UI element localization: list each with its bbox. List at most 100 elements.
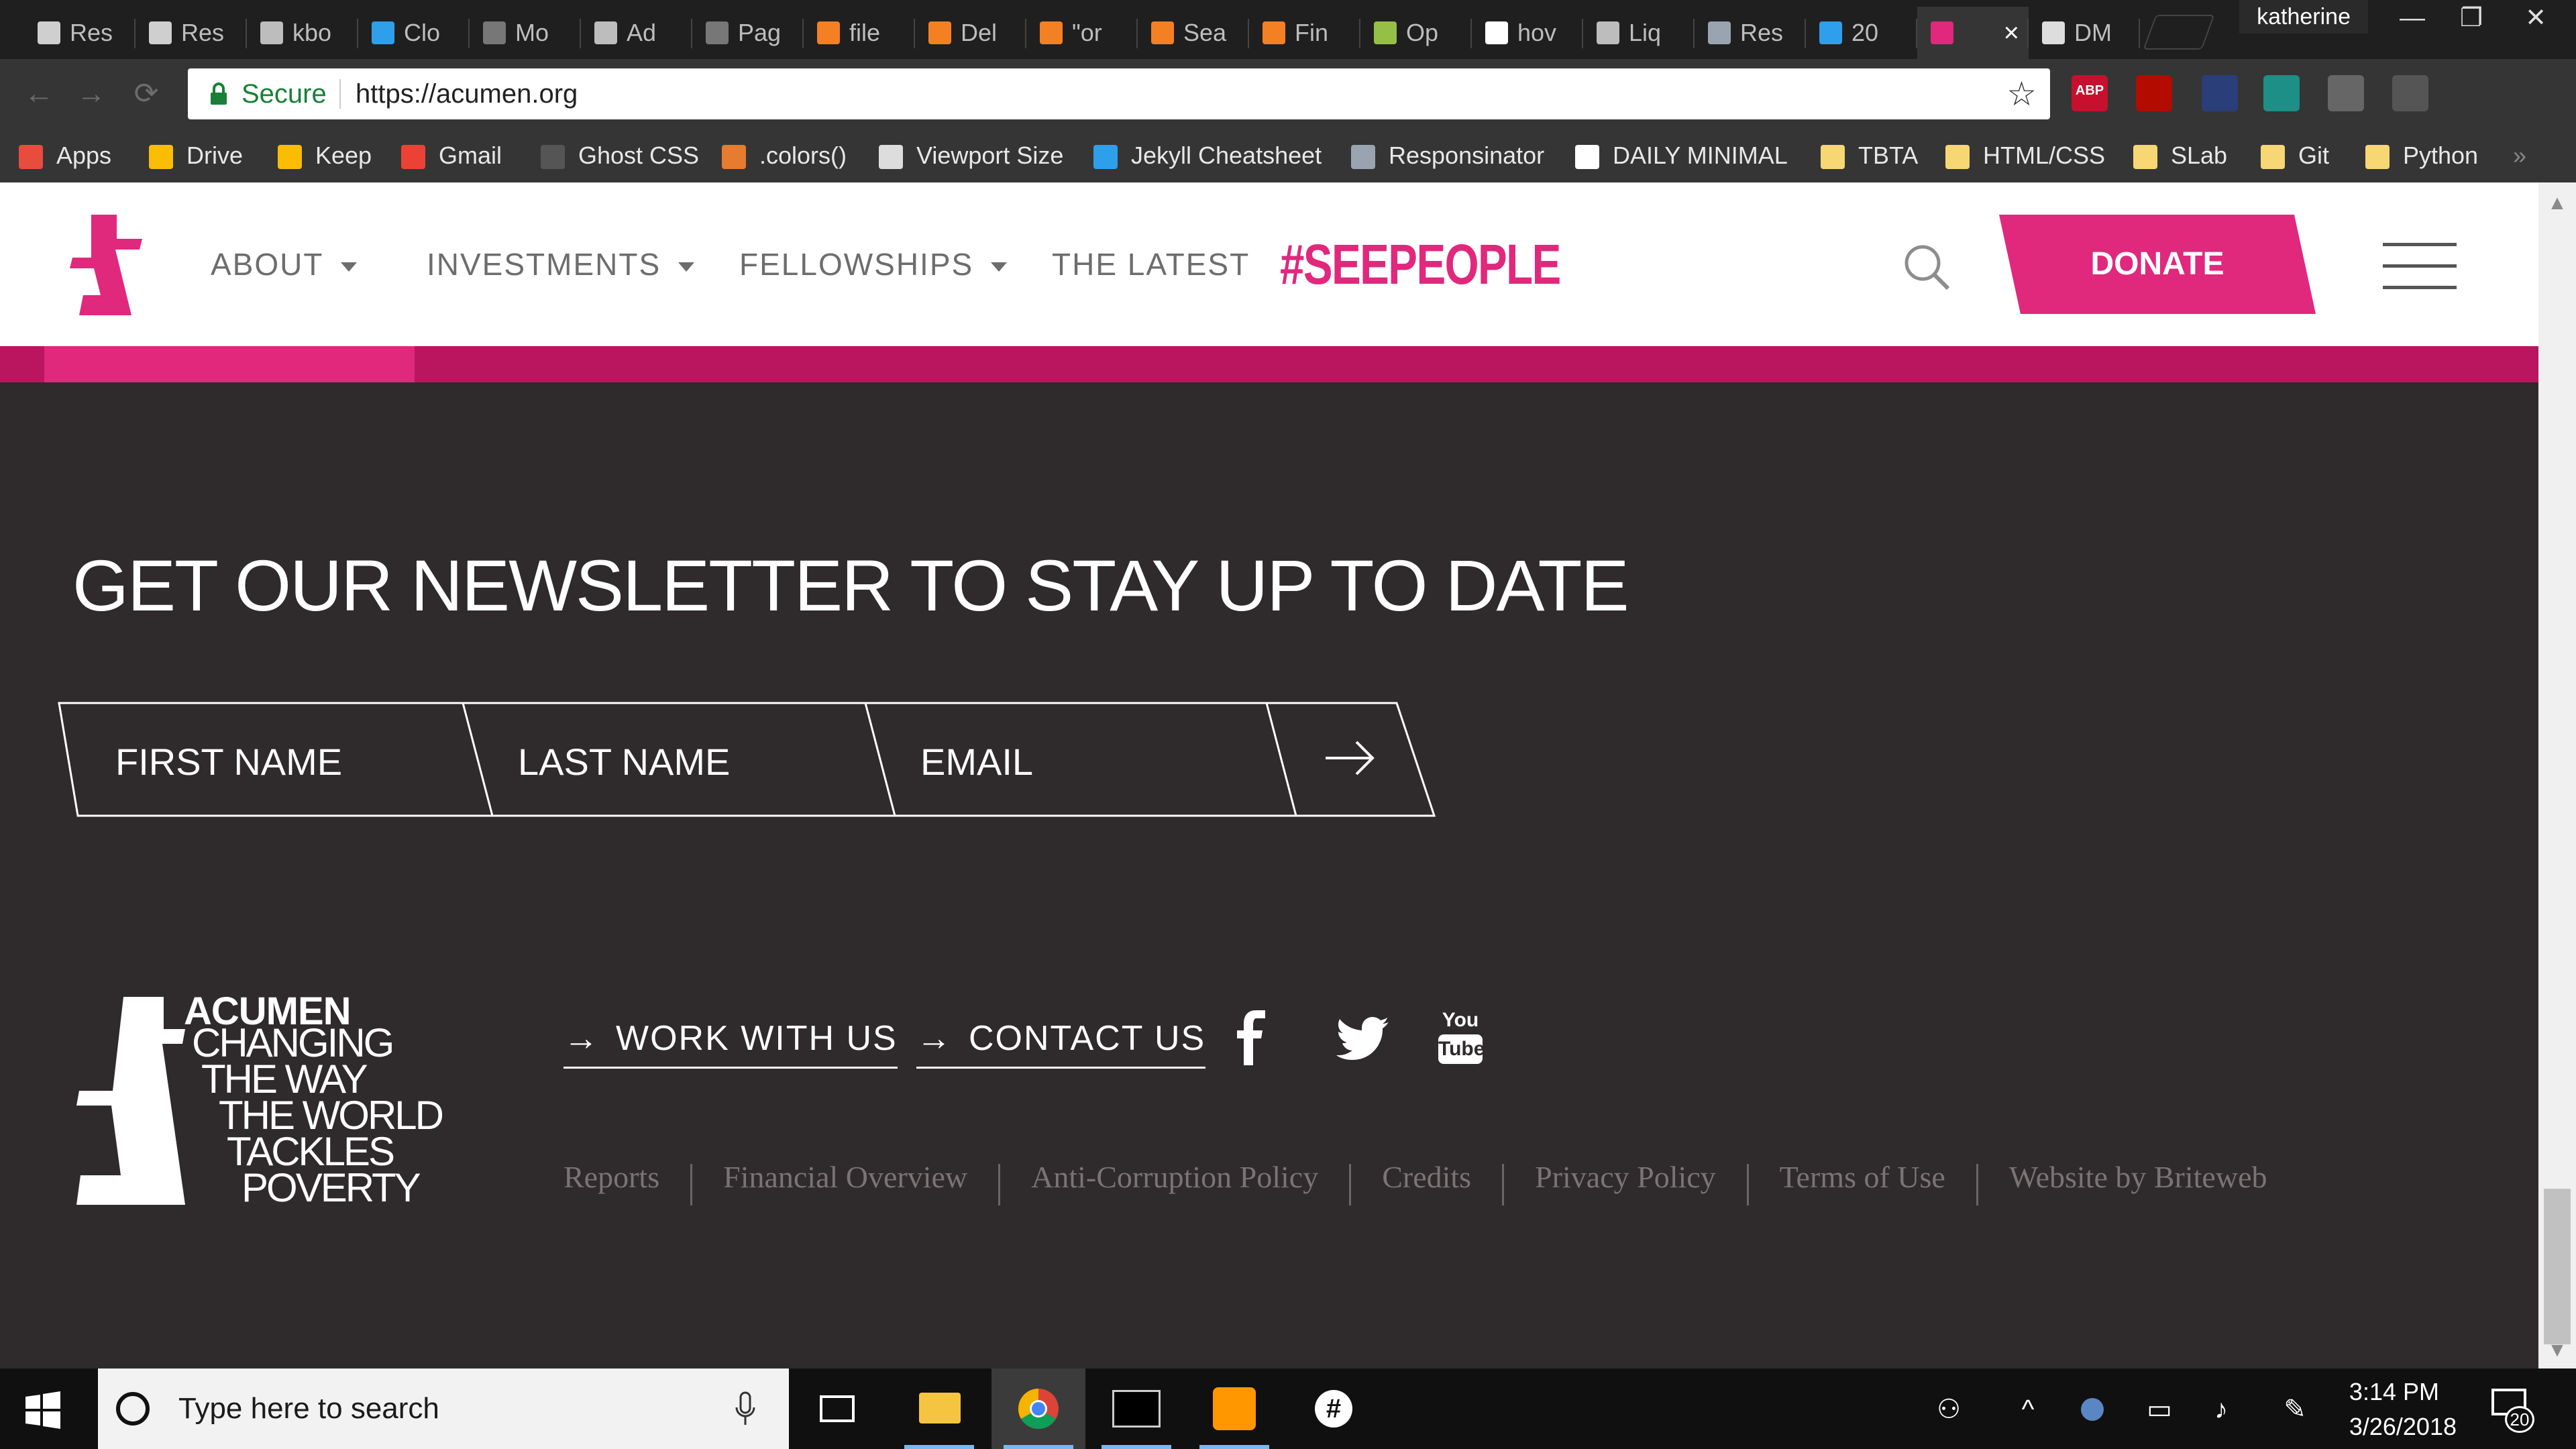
facebook-icon[interactable] [1228, 1009, 1277, 1065]
forward-arrow-icon[interactable]: → [71, 74, 111, 114]
nav-investments[interactable]: INVESTMENTS [427, 182, 695, 346]
browser-tab[interactable]: "or [1026, 7, 1138, 59]
acumen-logo[interactable] [67, 215, 148, 315]
bookmark-item[interactable]: Viewport Size [879, 129, 1063, 182]
clock-time[interactable]: 3:14 PM [2349, 1378, 2439, 1406]
adblock-icon[interactable]: ABP [2072, 75, 2108, 111]
address-bar[interactable]: Secure https://acumen.org ☆ [188, 68, 2050, 119]
back-arrow-icon[interactable]: ← [19, 74, 59, 114]
browser-tab[interactable]: × [1917, 7, 2029, 59]
browser-tab[interactable]: DM [2029, 7, 2140, 59]
bookmark-item[interactable]: Ghost CSS [541, 129, 699, 182]
bookmark-item[interactable]: TBTA [1821, 129, 1918, 182]
browser-tab[interactable]: Del [915, 7, 1026, 59]
search-icon[interactable] [1900, 240, 1953, 294]
bookmark-item[interactable]: HTML/CSS [1945, 129, 2105, 182]
bookmark-item[interactable]: Apps [19, 129, 111, 182]
close-window-button[interactable]: ✕ [2509, 0, 2563, 36]
bookmark-item[interactable]: .colors() [722, 129, 847, 182]
bookmarks-overflow-icon[interactable]: » [2513, 129, 2526, 182]
browser-tab[interactable]: Res [24, 7, 136, 59]
email-field[interactable]: EMAIL [920, 702, 1216, 817]
extension-s-icon[interactable] [2263, 75, 2300, 111]
nav-fellowships[interactable]: FELLOWSHIPS [739, 182, 1008, 346]
scroll-down-icon[interactable]: ▼ [2538, 1339, 2576, 1366]
restore-button[interactable]: ❐ [2445, 0, 2498, 36]
browser-tab[interactable]: hov [1472, 7, 1583, 59]
task-view-icon[interactable] [790, 1368, 884, 1449]
slack-icon[interactable]: # [1287, 1368, 1381, 1449]
lightbulb-icon[interactable] [2328, 75, 2364, 111]
microphone-icon[interactable] [734, 1391, 757, 1428]
nav-the-latest[interactable]: THE LATEST [1052, 182, 1250, 346]
browser-tab[interactable]: kbo [247, 7, 358, 59]
url-text[interactable]: https://acumen.org [356, 68, 578, 119]
clock-date[interactable]: 3/26/2018 [2349, 1413, 2457, 1441]
page-scrollbar[interactable]: ▲ ▼ [2538, 182, 2576, 1370]
action-center-icon[interactable]: 20 [2489, 1386, 2536, 1433]
browser-tab[interactable]: 20 [1806, 7, 1917, 59]
chrome-profile-button[interactable]: katherine [2239, 0, 2368, 34]
bookmark-item[interactable]: SLab [2133, 129, 2227, 182]
first-name-field[interactable]: FIRST NAME [115, 702, 411, 817]
contact-us-link[interactable]: → CONTACT US [916, 1010, 1206, 1069]
nav-seepeople[interactable]: #SEEPEOPLE [1280, 182, 1561, 346]
bookmark-item[interactable]: Keep [278, 129, 372, 182]
browser-tab[interactable]: Sea [1138, 7, 1249, 59]
browser-tab[interactable]: Pag [692, 7, 804, 59]
bookmark-item[interactable]: Git [2261, 129, 2329, 182]
globe-tray-icon[interactable] [2076, 1393, 2109, 1426]
minimize-button[interactable]: — [2385, 0, 2439, 36]
terms-of-use-link[interactable]: Terms of Use [1780, 1154, 1945, 1201]
browser-tab[interactable]: Fin [1249, 7, 1360, 59]
donate-button[interactable]: DONATE [1999, 215, 2316, 314]
pen-workspace-icon[interactable]: ✎ [2278, 1393, 2312, 1426]
taskbar-search-box[interactable]: Type here to search [98, 1368, 789, 1449]
terminal-icon[interactable] [1089, 1368, 1183, 1449]
file-explorer-icon[interactable] [892, 1368, 986, 1449]
nav-about[interactable]: ABOUT [211, 182, 358, 346]
bookmark-item[interactable]: Drive [149, 129, 243, 182]
volume-muted-icon[interactable]: ♪ [2204, 1393, 2238, 1426]
extension-gray-icon[interactable] [2392, 75, 2428, 111]
browser-tab[interactable]: Liq [1583, 7, 1695, 59]
work-with-us-link[interactable]: → WORK WITH US [564, 1010, 898, 1069]
youtube-icon[interactable]: You Tube [1436, 1009, 1485, 1065]
financial-overview-link[interactable]: Financial Overview [723, 1154, 967, 1201]
hamburger-menu-icon[interactable] [2383, 243, 2457, 290]
website-by-link[interactable]: Website by Briteweb [2009, 1154, 2267, 1201]
bookmark-item[interactable]: Python [2365, 129, 2478, 182]
last-name-field[interactable]: LAST NAME [518, 702, 813, 817]
scroll-thumb[interactable] [2544, 1189, 2571, 1344]
anti-corruption-link[interactable]: Anti-Corruption Policy [1031, 1154, 1318, 1201]
reload-icon[interactable]: ⟳ [126, 74, 166, 114]
acrobat-icon[interactable] [2136, 75, 2172, 111]
bookmark-item[interactable]: Responsinator [1351, 129, 1544, 182]
browser-tab[interactable]: Op [1360, 7, 1472, 59]
browser-tab[interactable]: file [804, 7, 915, 59]
reports-link[interactable]: Reports [564, 1154, 659, 1201]
scroll-up-icon[interactable]: ▲ [2538, 192, 2576, 219]
credits-link[interactable]: Credits [1382, 1154, 1471, 1201]
sublime-text-icon[interactable] [1187, 1368, 1281, 1449]
show-hidden-icons-chevron-icon[interactable]: ^ [2011, 1393, 2045, 1426]
battery-icon[interactable]: ▭ [2143, 1393, 2176, 1426]
bookmark-item[interactable]: Jekyll Cheatsheet [1093, 129, 1322, 182]
bookmark-item[interactable]: DAILY MINIMAL [1575, 129, 1788, 182]
chrome-taskbar-icon[interactable] [991, 1368, 1085, 1449]
windows-start-icon[interactable] [24, 1391, 62, 1429]
people-icon[interactable]: ⚇ [1932, 1393, 1966, 1426]
browser-tab[interactable]: Res [136, 7, 247, 59]
extension-ring-icon[interactable] [2202, 75, 2238, 111]
twitter-icon[interactable] [1335, 1009, 1391, 1065]
bookmark-item[interactable]: Gmail [401, 129, 502, 182]
new-tab-button[interactable] [2143, 15, 2215, 50]
bookmark-star-icon[interactable]: ☆ [2006, 68, 2037, 119]
close-tab-icon[interactable]: × [2004, 7, 2019, 59]
browser-tab[interactable]: Mo [470, 7, 581, 59]
browser-tab[interactable]: Ad [581, 7, 692, 59]
submit-arrow-icon[interactable] [1319, 731, 1379, 785]
browser-tab[interactable]: Res [1695, 7, 1806, 59]
privacy-policy-link[interactable]: Privacy Policy [1535, 1154, 1716, 1201]
browser-tab[interactable]: Clo [358, 7, 470, 59]
